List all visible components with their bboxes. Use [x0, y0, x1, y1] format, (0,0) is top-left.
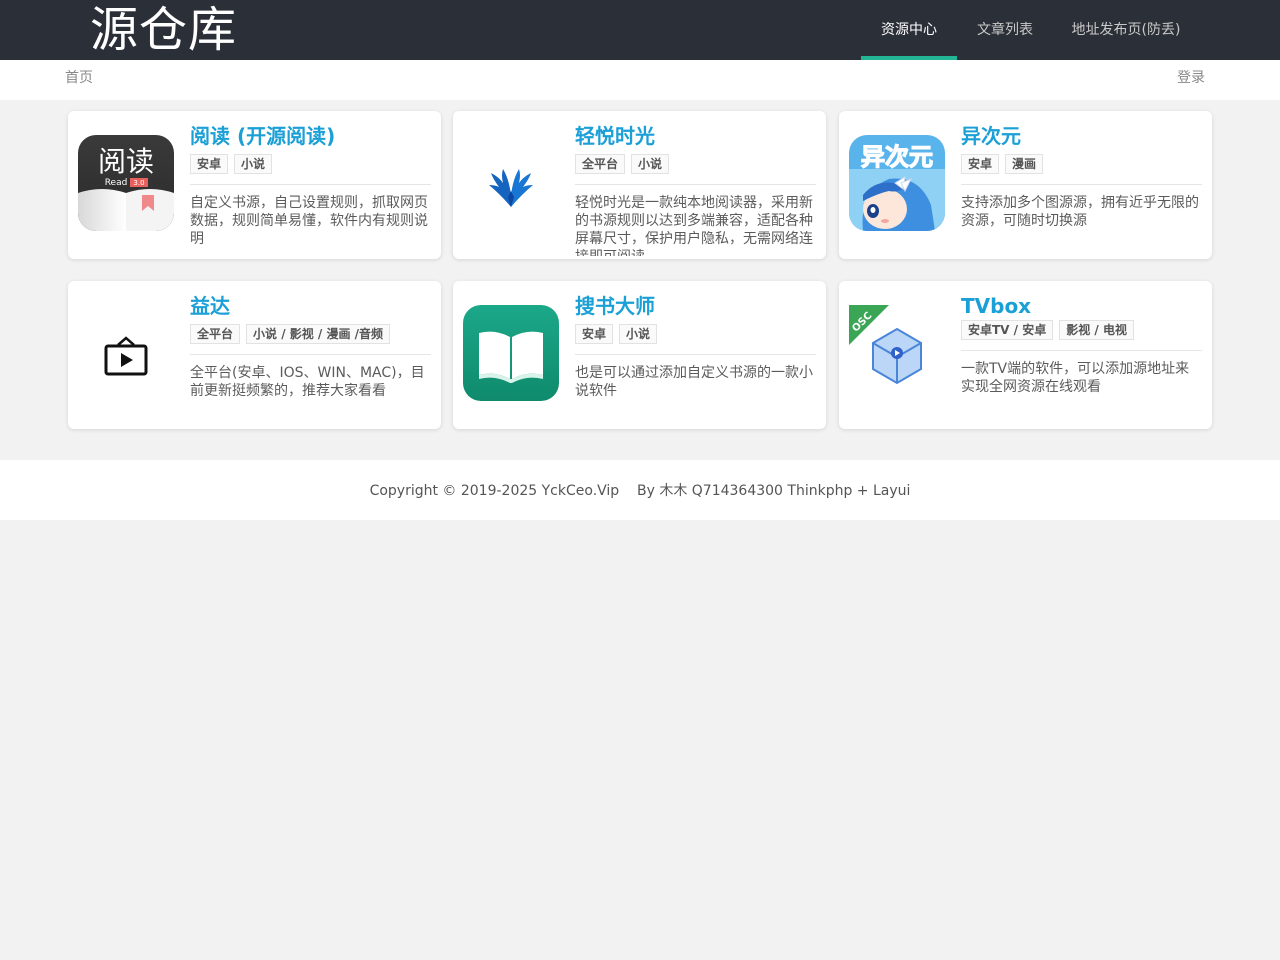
card-description: 轻悦时光是一款纯本地阅读器，采用新的书源规则以达到多端兼容，适配各种屏幕尺寸，保…: [575, 195, 813, 256]
nav-address-page[interactable]: 地址发布页(防丢): [1053, 0, 1199, 60]
card-tags: 安卓TV / 安卓 影视 / 电视: [961, 320, 1134, 340]
live-tv-app-icon: [78, 305, 174, 401]
card-tags: 安卓 小说: [190, 154, 273, 174]
card-description: 支持添加多个图源源，拥有近乎无限的资源，可随时切换源: [961, 195, 1199, 229]
card-title[interactable]: 阅读 (开源阅读): [190, 123, 335, 149]
breadcrumb-home-link[interactable]: 首页: [65, 60, 93, 97]
resource-card-qingyue[interactable]: 轻悦时光 全平台 小说 轻悦时光是一款纯本地阅读器，采用新的书源规则以达到多端兼…: [453, 111, 826, 259]
resource-card-soushu[interactable]: 搜书大师 安卓 小说 也是可以通过添加自定义书源的一款小说软件: [453, 281, 826, 429]
card-divider: [190, 184, 431, 185]
open-book-app-icon: [463, 305, 559, 401]
login-link[interactable]: 登录: [1177, 60, 1205, 97]
svg-text:异次元: 异次元: [861, 143, 933, 171]
card-tags: 安卓 小说: [575, 324, 658, 344]
cube-play-app-icon: OSC: [849, 305, 945, 401]
card-tag: 影视 / 电视: [1059, 320, 1134, 340]
wings-app-icon: [463, 135, 559, 231]
card-description: 也是可以通过添加自定义书源的一款小说软件: [575, 365, 813, 399]
nav-resource-center[interactable]: 资源中心: [861, 0, 957, 60]
svg-text:阅读: 阅读: [98, 145, 154, 178]
card-tag: 小说: [234, 154, 273, 174]
page-footer: Copyright © 2019-2025 YckCeo.Vip By 木木 Q…: [0, 460, 1280, 520]
card-description: 全平台(安卓、IOS、WIN、MAC)，目前更新挺频繁的，推荐大家看看: [190, 365, 425, 399]
yuedu-app-icon: 阅读 Read 3.0: [78, 135, 174, 231]
card-tag: 全平台: [575, 154, 626, 174]
card-tag: 小说 / 影视 / 漫画 /音频: [246, 324, 391, 344]
card-tags: 全平台 小说: [575, 154, 670, 174]
card-title[interactable]: TVbox: [961, 293, 1031, 319]
resource-card-yida[interactable]: 益达 全平台 小说 / 影视 / 漫画 /音频 全平台(安卓、IOS、WIN、M…: [68, 281, 441, 429]
anime-girl-app-icon: 异次元: [849, 135, 945, 231]
card-tag: 安卓: [961, 154, 1000, 174]
copyright-text: Copyright © 2019-2025 YckCeo.Vip By 木木 Q…: [369, 483, 911, 499]
breadcrumb-bar: 首页 登录: [0, 60, 1280, 100]
resource-card-yiciyuan[interactable]: 异次元 异次元 安卓 漫画 支持添加多个图源源，拥有近乎无限的资源，可随时切换源: [839, 111, 1212, 259]
card-tag: 安卓TV / 安卓: [961, 320, 1054, 340]
card-tags: 全平台 小说 / 影视 / 漫画 /音频: [190, 324, 391, 344]
card-tag: 小说: [631, 154, 670, 174]
card-title[interactable]: 异次元: [961, 123, 1021, 149]
resource-card-tvbox[interactable]: OSC TVbox 安卓TV / 安卓 影视 / 电视 一款TV端的软件，可以添…: [839, 281, 1212, 429]
card-tag: 漫画: [1005, 154, 1044, 174]
card-title[interactable]: 搜书大师: [575, 293, 655, 319]
site-logo[interactable]: 源仓库: [90, 1, 237, 59]
card-tag: 全平台: [190, 324, 241, 344]
card-description: 自定义书源，自己设置规则，抓取网页数据，规则简单易懂，软件内有规则说明: [190, 195, 428, 247]
svg-text:3.0: 3.0: [133, 179, 144, 187]
card-tag: 小说: [619, 324, 658, 344]
card-title[interactable]: 轻悦时光: [575, 123, 655, 149]
nav-article-list[interactable]: 文章列表: [957, 0, 1053, 60]
card-divider: [575, 184, 816, 185]
card-tag: 安卓: [190, 154, 229, 174]
card-tags: 安卓 漫画: [961, 154, 1044, 174]
svg-text:Read: Read: [105, 178, 128, 188]
card-description: 一款TV端的软件，可以添加源地址来实现全网资源在线观看: [961, 361, 1190, 395]
card-divider: [961, 184, 1202, 185]
card-divider: [190, 354, 431, 355]
card-tag: 安卓: [575, 324, 614, 344]
card-divider: [961, 350, 1202, 351]
card-divider: [575, 354, 816, 355]
resource-card-yuedu[interactable]: 阅读 Read 3.0 阅读 (开源阅读) 安卓 小说 自定义书源，自己设置规则…: [68, 111, 441, 259]
card-title[interactable]: 益达: [190, 293, 230, 319]
top-header: 源仓库 资源中心 文章列表 地址发布页(防丢): [0, 0, 1280, 60]
